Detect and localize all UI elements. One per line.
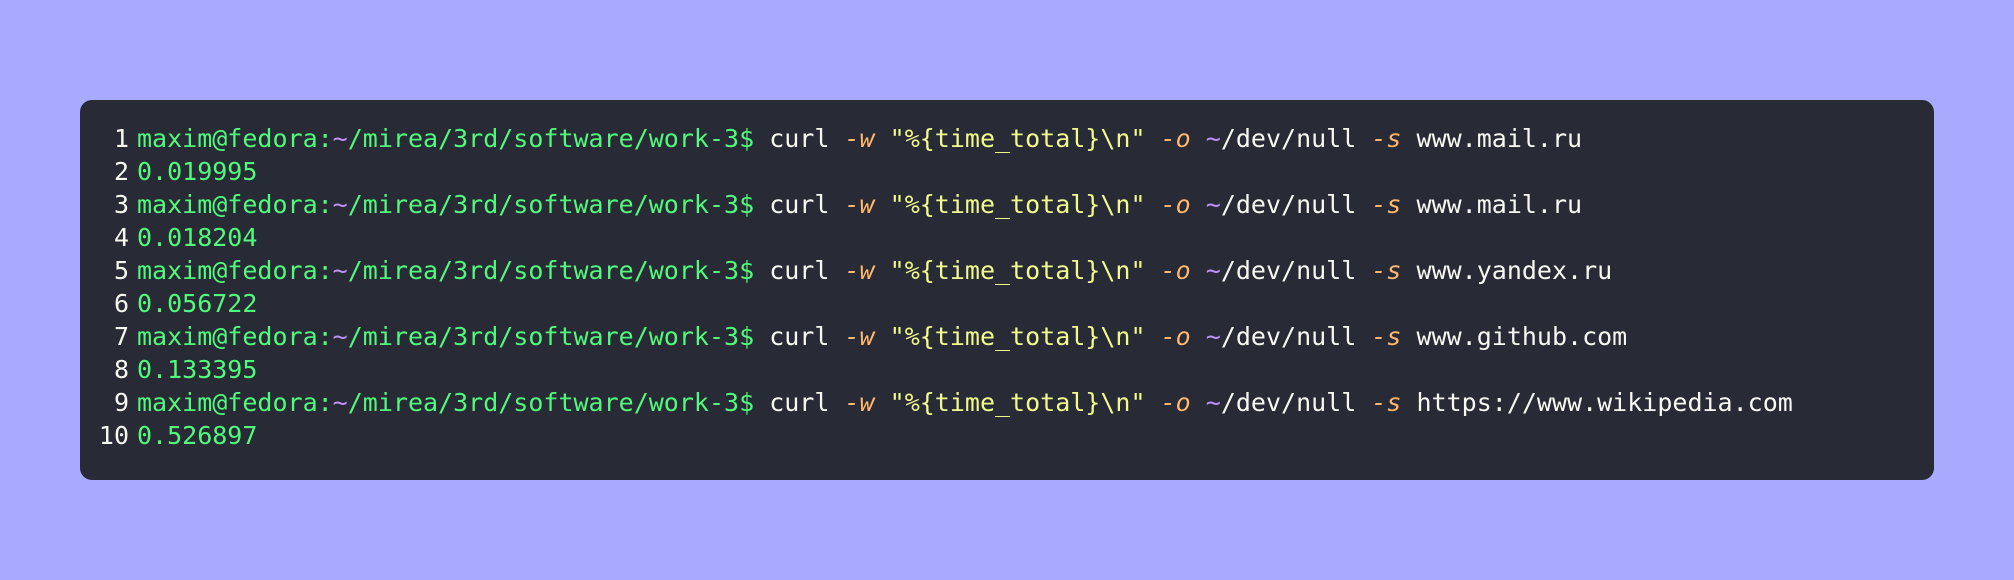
code-line-command: 3 maxim@fedora: ~/mirea/3rd/software/work-…: [80, 188, 1934, 221]
output-value: 0.019995: [137, 157, 258, 186]
code-line-output: 2 0.019995: [80, 155, 1934, 188]
format-string: "%{time_total}\n": [889, 256, 1146, 285]
command-name: curl: [769, 256, 830, 285]
flag-o: -o: [1160, 388, 1191, 417]
output-value: 0.018204: [137, 223, 258, 252]
line-number: 5: [113, 256, 129, 285]
prompt-path: /mirea/3rd/software/work-3$: [347, 322, 755, 351]
line-number: 3: [113, 190, 129, 219]
line-number: 9: [113, 388, 129, 417]
output-value: 0.056722: [137, 289, 258, 318]
prompt-tilde: ~: [332, 322, 348, 351]
flag-w: -w: [844, 322, 875, 351]
code-line-command: 5 maxim@fedora: ~/mirea/3rd/software/work-…: [80, 254, 1934, 287]
target-url: www.mail.ru: [1416, 190, 1583, 219]
code-block: 1 maxim@fedora: ~/mirea/3rd/software/work-…: [80, 100, 1934, 480]
prompt-path: /mirea/3rd/software/work-3$: [347, 388, 755, 417]
prompt-tilde: ~: [332, 190, 348, 219]
prompt-tilde: ~: [332, 388, 348, 417]
prompt-tilde: ~: [332, 256, 348, 285]
output-tilde: ~: [1205, 322, 1221, 351]
target-url: https://www.wikipedia.com: [1416, 388, 1793, 417]
flag-w: -w: [844, 190, 875, 219]
target-url: www.github.com: [1416, 322, 1628, 351]
flag-s: -s: [1371, 190, 1402, 219]
format-string: "%{time_total}\n": [889, 124, 1146, 153]
flag-o: -o: [1160, 124, 1191, 153]
prompt-tilde: ~: [332, 124, 348, 153]
line-number: 2: [113, 157, 129, 186]
prompt-user-host: maxim@fedora:: [137, 190, 333, 219]
output-path: /dev/null: [1220, 322, 1357, 351]
code-line-command: 1 maxim@fedora: ~/mirea/3rd/software/work-…: [80, 122, 1934, 155]
code-line-output: 10 0.526897: [80, 419, 1934, 452]
output-path: /dev/null: [1220, 190, 1357, 219]
prompt-user-host: maxim@fedora:: [137, 124, 333, 153]
line-number: 6: [113, 289, 129, 318]
format-string: "%{time_total}\n": [889, 388, 1146, 417]
flag-o: -o: [1160, 322, 1191, 351]
prompt-user-host: maxim@fedora:: [137, 256, 333, 285]
line-number: 8: [113, 355, 129, 384]
format-string: "%{time_total}\n": [889, 322, 1146, 351]
target-url: www.yandex.ru: [1416, 256, 1613, 285]
command-name: curl: [769, 322, 830, 351]
flag-s: -s: [1371, 388, 1402, 417]
prompt-path: /mirea/3rd/software/work-3$: [347, 256, 755, 285]
flag-w: -w: [844, 256, 875, 285]
line-number: 7: [113, 322, 129, 351]
output-value: 0.133395: [137, 355, 258, 384]
command-name: curl: [769, 124, 830, 153]
line-number: 1: [113, 124, 129, 153]
flag-s: -s: [1371, 322, 1402, 351]
format-string: "%{time_total}\n": [889, 190, 1146, 219]
target-url: www.mail.ru: [1416, 124, 1583, 153]
flag-o: -o: [1160, 256, 1191, 285]
flag-s: -s: [1371, 256, 1402, 285]
output-value: 0.526897: [137, 421, 258, 450]
prompt-user-host: maxim@fedora:: [137, 322, 333, 351]
command-name: curl: [769, 388, 830, 417]
output-tilde: ~: [1205, 190, 1221, 219]
flag-o: -o: [1160, 190, 1191, 219]
output-path: /dev/null: [1220, 124, 1357, 153]
output-tilde: ~: [1205, 124, 1221, 153]
code-line-command: 9 maxim@fedora: ~/mirea/3rd/software/work-…: [80, 386, 1934, 419]
output-path: /dev/null: [1220, 388, 1357, 417]
line-number: 10: [98, 421, 129, 450]
prompt-user-host: maxim@fedora:: [137, 388, 333, 417]
code-line-output: 4 0.018204: [80, 221, 1934, 254]
output-path: /dev/null: [1220, 256, 1357, 285]
prompt-path: /mirea/3rd/software/work-3$: [347, 190, 755, 219]
prompt-path: /mirea/3rd/software/work-3$: [347, 124, 755, 153]
code-line-command: 7 maxim@fedora: ~/mirea/3rd/software/work-…: [80, 320, 1934, 353]
output-tilde: ~: [1205, 256, 1221, 285]
flag-w: -w: [844, 388, 875, 417]
code-line-output: 6 0.056722: [80, 287, 1934, 320]
line-number: 4: [113, 223, 129, 252]
flag-s: -s: [1371, 124, 1402, 153]
output-tilde: ~: [1205, 388, 1221, 417]
code-line-output: 8 0.133395: [80, 353, 1934, 386]
flag-w: -w: [844, 124, 875, 153]
command-name: curl: [769, 190, 830, 219]
